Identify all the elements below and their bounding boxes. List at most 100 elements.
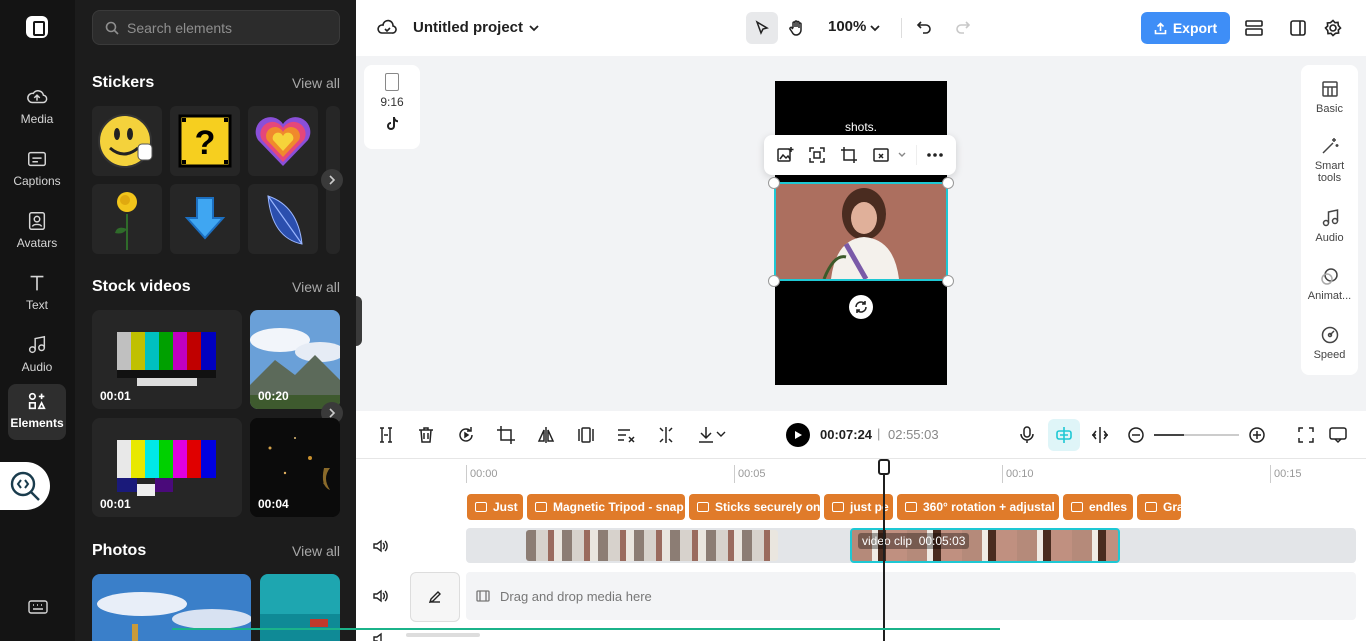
chevron-down-icon[interactable] (528, 22, 540, 34)
play-button[interactable] (786, 423, 810, 447)
nav-item-avatars[interactable]: Avatars (8, 204, 66, 260)
chevron-down-icon[interactable] (898, 152, 906, 158)
canvas-caption[interactable]: shots. (775, 120, 947, 134)
stock-video-color-bars-1[interactable]: 00:01 (92, 310, 242, 409)
help-button[interactable] (0, 462, 50, 510)
zoom-chevron-down-icon[interactable] (869, 22, 881, 34)
stickers-scroll-right-button[interactable] (321, 169, 343, 191)
project-title[interactable]: Untitled project (413, 19, 523, 36)
right-item-speed[interactable]: Speed (1301, 325, 1358, 361)
panel-collapse-handle[interactable] (356, 296, 362, 346)
more-options-icon[interactable] (926, 152, 944, 158)
fullscreen-icon[interactable] (1296, 425, 1316, 445)
caption-clip[interactable]: 360° rotation + adjustal (897, 494, 1059, 520)
selected-image-layer[interactable] (774, 182, 948, 281)
search-input[interactable] (127, 19, 327, 36)
sticker-yellow-rose[interactable] (92, 184, 162, 254)
sticker-blue-leaf[interactable] (248, 184, 318, 254)
panel-layout-icon[interactable] (1289, 19, 1307, 37)
caption-clip[interactable]: endles (1063, 494, 1133, 520)
stickers-view-all[interactable]: View all (292, 75, 340, 91)
nav-item-elements[interactable]: Elements (8, 384, 66, 440)
freeze-frame-icon[interactable] (576, 425, 596, 445)
right-item-audio[interactable]: Audio (1301, 208, 1358, 244)
right-item-animation[interactable]: Animat... (1301, 266, 1358, 302)
remove-background-icon[interactable] (872, 146, 890, 164)
sticker-blue-arrow-down[interactable] (170, 184, 240, 254)
speaker-icon[interactable] (372, 588, 388, 604)
aspect-ratio-selector[interactable]: 9:16 (364, 65, 420, 149)
flip-icon[interactable] (536, 425, 556, 445)
zoom-out-icon[interactable] (1126, 425, 1146, 445)
horizontal-scrollbar[interactable] (406, 633, 480, 637)
stock-video-sparkles[interactable]: 00:04 (250, 418, 340, 517)
sticker-partial-2[interactable] (326, 184, 340, 254)
resize-handle-bottom-right[interactable] (942, 275, 954, 287)
caption-clip[interactable]: Just (467, 494, 523, 520)
split-view-icon[interactable] (1090, 425, 1110, 445)
delete-icon[interactable] (416, 425, 436, 445)
resize-handle-top-right[interactable] (942, 177, 954, 189)
sticker-question-block[interactable]: ? (170, 106, 240, 176)
sticker-rainbow-heart[interactable] (248, 106, 318, 176)
speaker-icon[interactable] (372, 538, 388, 554)
undo-icon[interactable] (916, 19, 932, 35)
photo-sea-boat[interactable] (260, 574, 340, 641)
photos-view-all[interactable]: View all (292, 543, 340, 559)
replace-image-icon[interactable] (776, 146, 794, 164)
right-item-basic[interactable]: Basic (1301, 79, 1358, 115)
speaker-icon[interactable] (372, 631, 388, 641)
feedback-icon[interactable] (1328, 425, 1348, 445)
gear-icon[interactable] (1324, 19, 1342, 37)
caption-clip[interactable]: Gra (1137, 494, 1181, 520)
photo-sky-clouds[interactable] (92, 574, 251, 641)
stock-video-color-bars-2[interactable]: 00:01 (92, 418, 242, 517)
right-item-smart-tools[interactable]: Smart tools (1301, 136, 1358, 184)
app-logo[interactable] (26, 16, 48, 38)
stock-video-mountain[interactable]: 00:20 (250, 310, 340, 409)
rotate-handle[interactable] (849, 295, 873, 319)
cloud-sync-icon[interactable] (377, 18, 397, 38)
download-icon[interactable] (696, 425, 716, 445)
fit-frame-icon[interactable] (808, 146, 826, 164)
zoom-slider[interactable] (1154, 434, 1239, 436)
trim-icon[interactable] (656, 425, 676, 445)
speed-adjust-icon[interactable] (616, 425, 636, 445)
hand-tool-button[interactable] (781, 12, 813, 44)
empty-media-track[interactable]: Drag and drop media here (466, 572, 1356, 620)
layers-icon[interactable] (1244, 19, 1264, 37)
microphone-icon[interactable] (1017, 425, 1037, 445)
right-label-basic: Basic (1316, 103, 1343, 115)
chevron-down-icon[interactable] (716, 431, 726, 439)
search-box[interactable] (92, 10, 340, 45)
crop-icon[interactable] (840, 146, 858, 164)
zoom-level[interactable]: 100% (828, 18, 866, 35)
split-icon[interactable] (376, 425, 396, 445)
auto-snap-toggle[interactable] (1048, 419, 1080, 451)
filmstrip-clip[interactable] (526, 530, 778, 561)
playhead-line[interactable] (883, 459, 885, 641)
nav-item-media[interactable]: Media (8, 80, 66, 136)
redo-icon[interactable] (955, 19, 971, 35)
playhead-handle[interactable] (878, 459, 890, 475)
export-label: Export (1172, 20, 1218, 36)
cover-edit-button[interactable] (410, 572, 460, 622)
export-button[interactable]: Export (1141, 12, 1230, 44)
video-duration: 00:01 (100, 389, 131, 403)
sticker-partial[interactable] (326, 106, 340, 176)
crop-icon[interactable] (496, 425, 516, 445)
nav-item-text[interactable]: Text (8, 266, 66, 322)
keyboard-icon[interactable] (28, 599, 48, 615)
caption-clip[interactable]: Sticks securely on (689, 494, 820, 520)
replay-icon[interactable] (456, 425, 476, 445)
sticker-smiley-thumbs-up[interactable] (92, 106, 162, 176)
caption-clip[interactable]: Magnetic Tripod - snap (527, 494, 685, 520)
resize-handle-bottom-left[interactable] (768, 275, 780, 287)
select-tool-button[interactable] (746, 12, 778, 44)
zoom-in-icon[interactable] (1247, 425, 1267, 445)
nav-item-captions[interactable]: Captions (8, 142, 66, 198)
resize-handle-top-left[interactable] (768, 177, 780, 189)
stock-videos-view-all[interactable]: View all (292, 279, 340, 295)
nav-item-audio[interactable]: Audio (8, 328, 66, 384)
selected-video-clip[interactable]: video clip 00:05:03 (850, 528, 1120, 563)
